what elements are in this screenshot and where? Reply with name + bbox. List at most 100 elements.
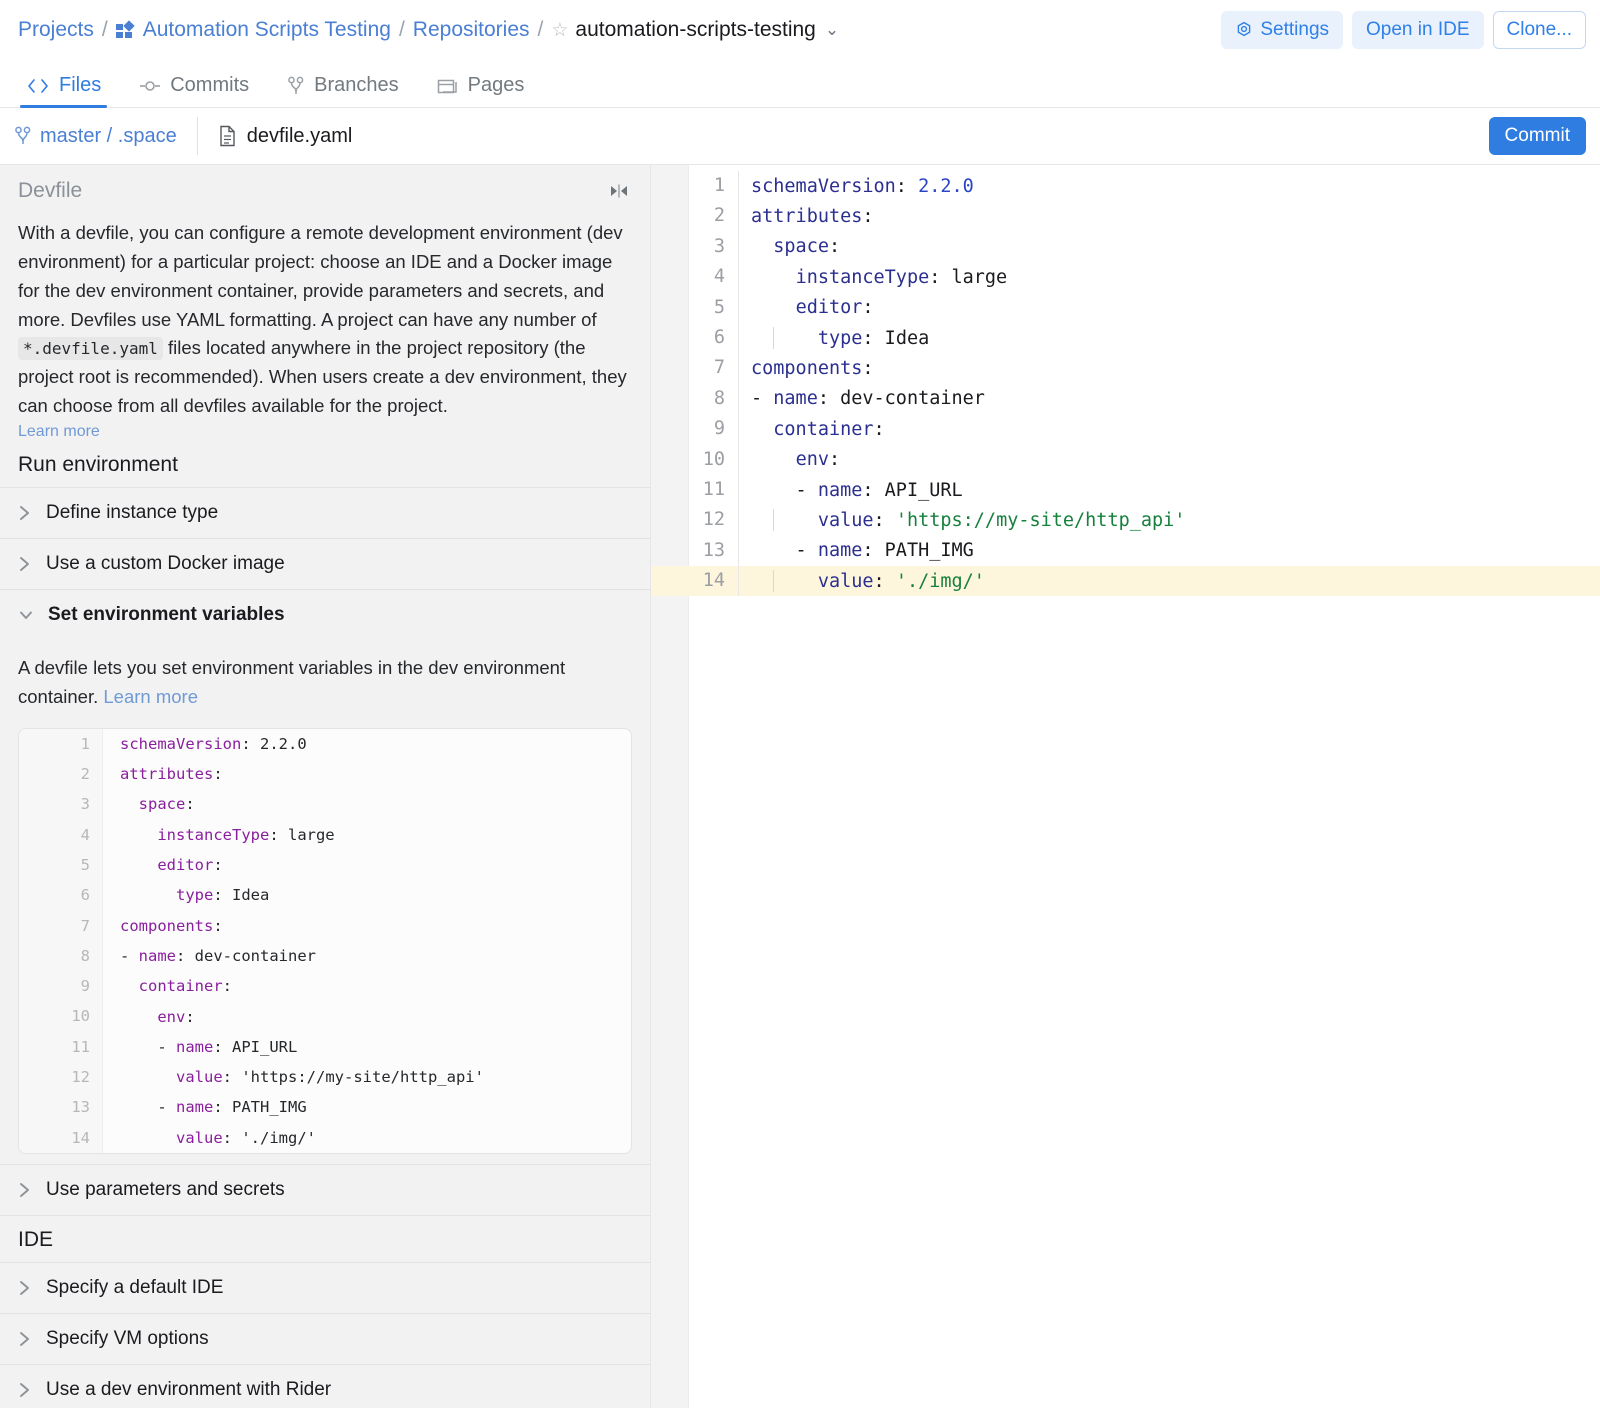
accordion-specify-default-ide-label: Specify a default IDE — [46, 1276, 224, 1298]
editor-line[interactable]: 2 attributes: — [651, 201, 1600, 232]
snippet-line: 14 value: './img/' — [19, 1122, 631, 1153]
open-in-ide-button[interactable]: Open in IDE — [1352, 11, 1484, 49]
editor-line[interactable]: 7 components: — [651, 353, 1600, 384]
snippet-line-text: value: 'https://my-site/http_api' — [176, 1068, 484, 1087]
snippet-line: 6 type: Idea — [19, 880, 631, 911]
tab-branches-label: Branches — [314, 74, 399, 96]
snippet-line-text: - name: API_URL — [120, 1037, 298, 1056]
open-in-ide-label: Open in IDE — [1366, 19, 1470, 40]
settings-button[interactable]: Settings — [1221, 11, 1344, 49]
snippet-line-number: 7 — [19, 910, 103, 941]
chevron-down-icon[interactable]: ⌄ — [825, 20, 839, 40]
tab-files[interactable]: Files — [14, 74, 113, 108]
snippet-line-number: 14 — [19, 1122, 103, 1153]
branch-icon — [288, 76, 304, 94]
accordion-specify-default-ide[interactable]: Specify a default IDE — [0, 1261, 650, 1313]
breadcrumb-project-name[interactable]: Automation Scripts Testing — [143, 18, 391, 42]
tab-pages-label: Pages — [467, 74, 525, 96]
intro-text-a: With a devfile, you can configure a remo… — [18, 222, 623, 330]
chevron-right-icon — [20, 1331, 29, 1346]
code-editor[interactable]: 1 schemaVersion: 2.2.0 2 attributes: 3 space… — [650, 165, 1600, 1408]
clone-button[interactable]: Clone... — [1492, 11, 1586, 49]
accordion-parameters-and-secrets[interactable]: Use parameters and secrets — [0, 1163, 650, 1215]
editor-line-text: value: './img/' — [739, 570, 985, 593]
editor-line[interactable]: 4 instanceType: large — [651, 262, 1600, 293]
branch-selector[interactable]: master / .space — [14, 117, 198, 155]
editor-line-number: 1 — [651, 171, 739, 202]
indent-guide — [773, 327, 775, 350]
sidebar-header: Devfile — [0, 165, 650, 209]
accordion-custom-docker-image-label: Use a custom Docker image — [46, 553, 285, 575]
star-outline-icon[interactable]: ☆ — [551, 19, 568, 42]
editor-line[interactable]: 3 space: — [651, 231, 1600, 263]
snippet-line-number: 10 — [19, 1001, 103, 1032]
snippet-line-number: 6 — [19, 880, 103, 911]
snippet-line-text: type: Idea — [176, 886, 270, 905]
editor-line[interactable]: 6 type: Idea — [651, 322, 1600, 354]
editor-line-text: editor: — [795, 297, 874, 319]
editor-line-number: 11 — [651, 474, 739, 506]
editor-line-text: - name: dev-container — [751, 388, 985, 410]
snippet-line-text: editor: — [157, 856, 223, 875]
file-document-icon — [220, 125, 235, 147]
breadcrumb-separator-1: / — [101, 18, 108, 41]
editor-line-text: components: — [751, 358, 874, 380]
env-desc-learn-more-link[interactable]: Learn more — [103, 686, 198, 707]
snippet-line-text: container: — [138, 977, 233, 996]
snippet-line: 5 editor: — [19, 849, 631, 881]
chevron-right-icon — [20, 557, 29, 571]
env-desc-text: A devfile lets you set environment varia… — [18, 657, 566, 707]
code-brackets-icon — [28, 78, 48, 93]
snippet-line-text: - name: PATH_IMG — [120, 1098, 307, 1117]
breadcrumb: Projects / Automation Scripts Testing / … — [18, 18, 839, 42]
snippet-line-number: 12 — [19, 1062, 103, 1093]
editor-line[interactable]: 9 container: — [651, 414, 1600, 445]
snippet-line-text: attributes: — [120, 765, 223, 784]
accordion-custom-docker-image[interactable]: Use a custom Docker image — [0, 538, 650, 589]
editor-line[interactable]: 14 value: './img/' — [651, 566, 1600, 597]
editor-line-text: container: — [773, 418, 885, 440]
editor-line[interactable]: 8 - name: dev-container — [651, 383, 1600, 415]
snippet-line-text: value: './img/' — [176, 1128, 316, 1147]
editor-line-number: 7 — [651, 353, 739, 384]
snippet-line-number: 1 — [19, 728, 103, 760]
intro-learn-more-link[interactable]: Learn more — [18, 423, 100, 440]
editor-line[interactable]: 5 editor: — [651, 292, 1600, 323]
editor-line[interactable]: 11 - name: API_URL — [651, 474, 1600, 506]
repository-tabs: Files Commits Branches Pages — [0, 60, 1600, 108]
editor-line[interactable]: 12 value: 'https://my-site/http_api' — [651, 505, 1600, 536]
editor-line-number: 2 — [651, 201, 739, 232]
snippet-line: 10 env: — [19, 1001, 631, 1032]
section-ide: IDE — [0, 1214, 650, 1262]
commit-node-icon — [140, 80, 161, 91]
accordion-dev-environment-rider[interactable]: Use a dev environment with Rider — [0, 1363, 650, 1408]
tab-commits[interactable]: Commits — [127, 74, 261, 107]
snippet-line-number: 8 — [19, 940, 103, 972]
tab-branches[interactable]: Branches — [275, 74, 411, 107]
breadcrumb-repositories[interactable]: Repositories — [413, 18, 530, 42]
devfile-example-snippet: 1 schemaVersion: 2.2.0 2 attributes: 3 space… — [18, 727, 632, 1154]
editor-line-number: 6 — [651, 322, 739, 354]
accordion-set-environment-variables[interactable]: Set environment variables — [0, 589, 650, 640]
editor-line-number: 9 — [651, 414, 739, 445]
branch-icon — [15, 126, 31, 144]
accordion-define-instance-type-label: Define instance type — [46, 502, 219, 524]
accordion-specify-vm-options[interactable]: Specify VM options — [0, 1312, 650, 1364]
editor-line[interactable]: 10 env: — [651, 444, 1600, 475]
top-breadcrumb-bar: Projects / Automation Scripts Testing / … — [0, 0, 1600, 60]
snippet-line: 2 attributes: — [19, 759, 631, 790]
project-grid-icon — [115, 19, 135, 39]
editor-line-text: env: — [795, 449, 841, 471]
editor-line-text: type: Idea — [739, 327, 929, 350]
breadcrumb-separator-2: / — [398, 18, 405, 41]
commit-button[interactable]: Commit — [1488, 117, 1586, 155]
breadcrumb-projects[interactable]: Projects — [18, 18, 94, 42]
chevron-down-icon — [20, 611, 32, 619]
editor-line-text: instanceType: large — [795, 266, 1008, 288]
collapse-panel-icon[interactable] — [606, 182, 632, 200]
accordion-define-instance-type[interactable]: Define instance type — [0, 487, 650, 538]
editor-line[interactable]: 13 - name: PATH_IMG — [651, 535, 1600, 567]
editor-line[interactable]: 1 schemaVersion: 2.2.0 — [651, 171, 1600, 202]
tab-pages[interactable]: Pages — [425, 74, 537, 107]
devfile-glob-code: *.devfile.yaml — [18, 337, 163, 361]
